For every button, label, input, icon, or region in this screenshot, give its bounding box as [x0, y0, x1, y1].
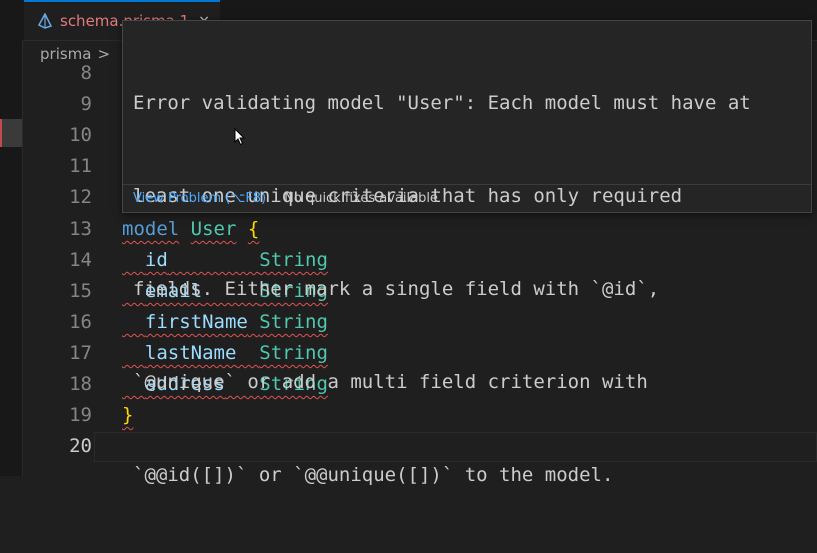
error-message-line: fields. Either mark a single field with … [133, 278, 660, 300]
error-message-line: Error validating model "User": Each mode… [133, 92, 751, 114]
line-number-current: 20 [69, 435, 92, 457]
line-number: 17 [69, 342, 92, 364]
error-message: Error validating model "User": Each mode… [133, 26, 801, 553]
line-number: 11 [69, 155, 92, 177]
hover-footer: View Problem (⌥F8) No quick fixes availa… [123, 184, 811, 212]
line-number: 10 [69, 124, 92, 146]
line-number: 19 [69, 404, 92, 426]
line-number: 16 [69, 311, 92, 333]
error-message-line: `@unique` or add a multi field criterion… [133, 371, 648, 393]
code-line-close[interactable]: } [122, 400, 133, 431]
activity-bar [0, 0, 23, 476]
view-problem-link[interactable]: View Problem (⌥F8) [133, 191, 266, 206]
line-number: 15 [69, 280, 92, 302]
close-brace: } [122, 404, 134, 426]
error-hover-tooltip: Error validating model "User": Each mode… [122, 20, 812, 486]
line-number: 9 [80, 93, 92, 115]
line-number: 18 [69, 373, 92, 395]
prisma-icon [38, 13, 52, 29]
line-number: 13 [69, 218, 92, 240]
chevron-right-icon: > [97, 45, 111, 63]
no-quick-fixes-label: No quick fixes available [284, 191, 438, 206]
line-number: 8 [80, 62, 92, 84]
activity-bar-active-indicator[interactable] [0, 119, 22, 147]
line-number: 12 [69, 186, 92, 208]
mouse-cursor-icon [234, 128, 246, 146]
line-number: 14 [69, 249, 92, 271]
